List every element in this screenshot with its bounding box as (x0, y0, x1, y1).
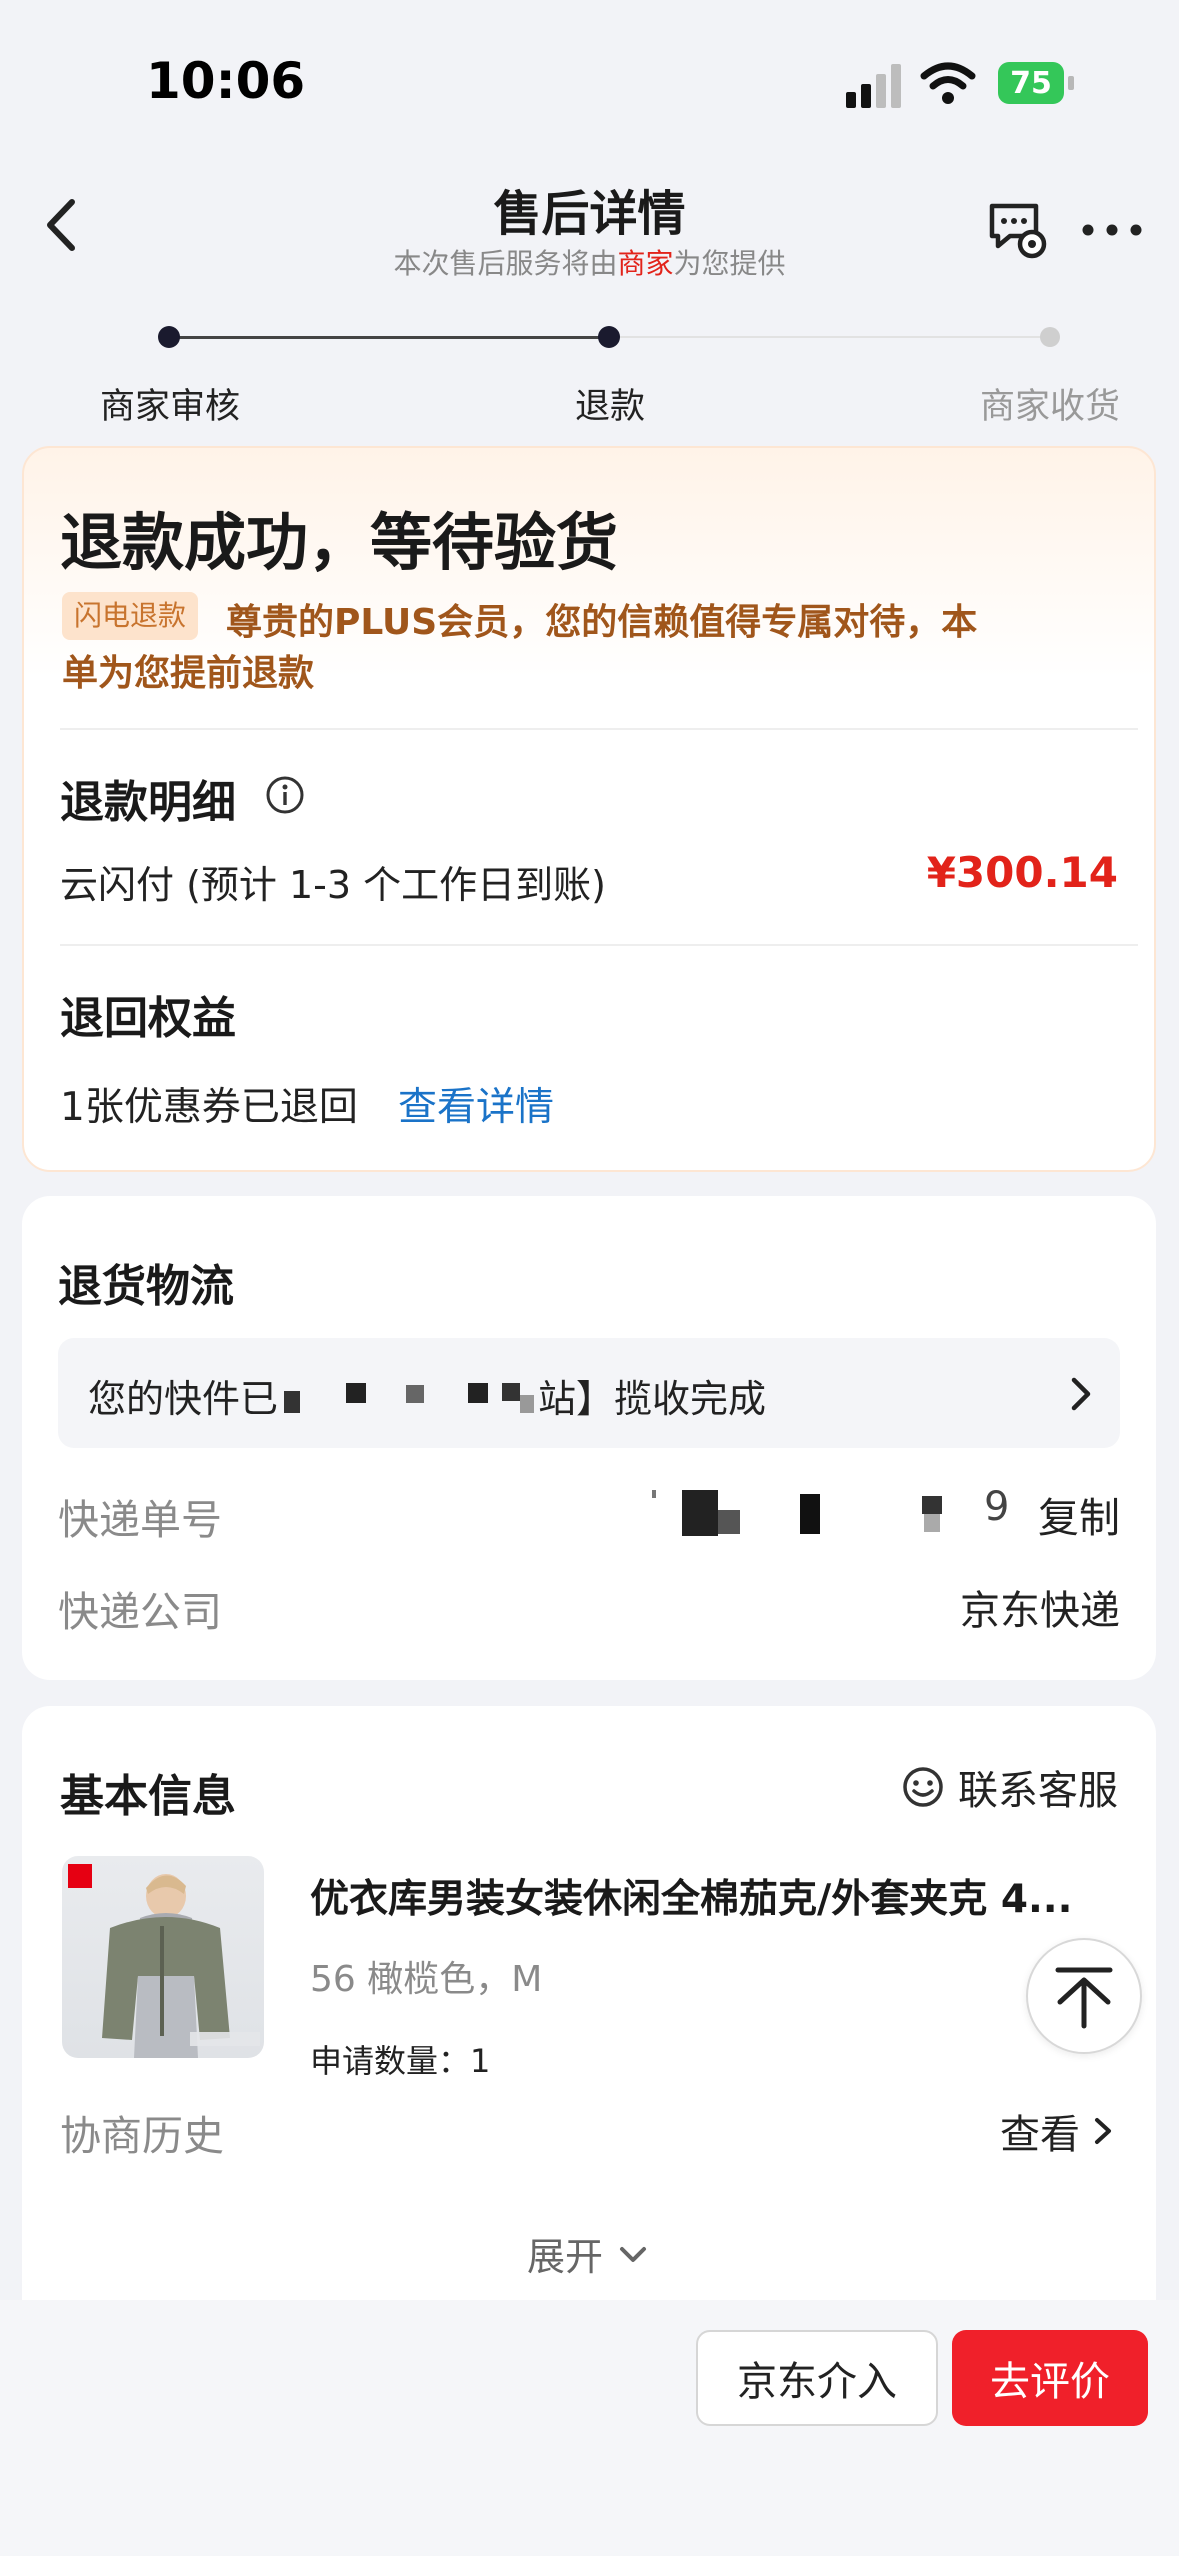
tracking-number-visible-digit: 9 (984, 1484, 1010, 1530)
coupon-returned-text: 1张优惠券已退回 (60, 1085, 358, 1130)
model-jacket-illustration (102, 1874, 230, 2058)
chevron-right-icon (1095, 2118, 1111, 2144)
product-spec: 56 橄榄色，M (310, 1959, 543, 2000)
view-coupon-details-link[interactable]: 查看详情 (398, 1076, 554, 1132)
refund-detail-title: 退款明细 (60, 777, 236, 828)
divider (60, 944, 1138, 946)
smiley-service-icon (903, 1767, 943, 1807)
basic-info-title: 基本信息 (60, 1771, 236, 1822)
chevron-down-icon (620, 2246, 646, 2262)
bottom-action-bar: 京东介入 去评价 (0, 2300, 1179, 2556)
progress-line-pending (610, 336, 1050, 338)
step-dot-review (158, 326, 180, 348)
logistics-status-row[interactable]: 您的快件已 站】揽收完成 (58, 1338, 1120, 1448)
battery-cap (1068, 76, 1074, 90)
logistics-status-suffix: 站】揽收完成 (538, 1377, 767, 1421)
step-dot-refund (598, 326, 620, 348)
scroll-to-top-button[interactable] (1026, 1938, 1142, 2054)
logistics-status-text: 您的快件已 站】揽收完成 (88, 1368, 766, 1423)
subtitle-prefix: 本次售后服务将由 (393, 247, 618, 280)
plus-notice-line1: 尊贵的PLUS会员，您的信赖值得专属对待，本 (226, 602, 978, 643)
refund-method: 云闪付 (预计 1-3 个工作日到账) (60, 863, 606, 907)
product-name[interactable]: 优衣库男装女装休闲全棉茄克/外套夹克 4... (310, 1868, 1120, 1924)
info-icon[interactable] (264, 774, 306, 816)
plus-notice-line2: 单为您提前退款 (62, 653, 315, 694)
step-label-receive: 商家收货 (979, 387, 1120, 427)
expand-button[interactable]: 展开 (22, 2226, 1156, 2281)
progress-tracker: 商家审核 退款 商家收货 (0, 320, 1179, 430)
refund-headline: 退款成功，等待验货 (60, 506, 619, 579)
status-bar: 10:06 75 (0, 0, 1179, 150)
logistics-title: 退货物流 (58, 1261, 234, 1312)
subtitle-suffix: 为您提供 (673, 247, 786, 280)
jd-intervene-button[interactable]: 京东介入 (696, 2330, 938, 2426)
wifi-icon (920, 60, 976, 106)
view-history-label: 查看 (1000, 2112, 1080, 2158)
battery-level: 75 (1010, 65, 1052, 101)
customer-service-chat-button[interactable] (986, 198, 1050, 262)
contact-service-label: 联系客服 (958, 1768, 1118, 1814)
negotiation-history-label: 协商历史 (60, 2112, 224, 2160)
contact-service-button[interactable]: 联系客服 (900, 1758, 1118, 1816)
more-dots-icon (1082, 224, 1142, 236)
logistics-status-prefix: 您的快件已 (88, 1377, 279, 1421)
refund-status-card: 退款成功，等待验货 闪电退款 尊贵的PLUS会员，您的信赖值得专属对待，本 单为… (22, 446, 1156, 1172)
tracking-number-redacted (622, 1482, 982, 1542)
step-dot-receive (1040, 327, 1060, 347)
step-label-refund: 退款 (574, 387, 645, 427)
copy-tracking-button[interactable]: 复制 (1038, 1484, 1120, 1544)
progress-line-done (170, 336, 610, 339)
more-options-button[interactable] (1078, 210, 1148, 250)
tracking-number-label: 快递单号 (58, 1496, 222, 1544)
return-logistics-card: 退货物流 您的快件已 站】揽收完成 快递单号 9 复制 快递公司 京东快递 (22, 1196, 1156, 1680)
arrow-up-icon (1055, 1967, 1113, 2029)
quantity-value: 1 (470, 2042, 491, 2080)
product-image[interactable] (62, 1856, 264, 2058)
write-review-button[interactable]: 去评价 (952, 2330, 1148, 2426)
refund-amount: ¥300.14 (926, 848, 1118, 897)
signal-icon (846, 62, 902, 108)
chat-settings-icon (989, 203, 1047, 259)
courier-company-value: 京东快递 (960, 1588, 1120, 1634)
redacted-mosaic (278, 1377, 538, 1415)
quantity-row: 申请数量：1 (310, 2036, 490, 2082)
returned-rights-title: 退回权益 (60, 993, 236, 1044)
view-history-button[interactable]: 查看 (1000, 2102, 1118, 2160)
flash-refund-tag: 闪电退款 (62, 592, 199, 640)
step-label-review: 商家审核 (99, 387, 240, 427)
divider (60, 728, 1138, 730)
battery-icon: 75 (998, 62, 1064, 104)
quantity-label: 申请数量： (310, 2042, 471, 2080)
status-time: 10:06 (146, 52, 306, 110)
courier-company-label: 快递公司 (58, 1588, 222, 1636)
product-image-caption (190, 2032, 260, 2046)
expand-label: 展开 (526, 2235, 603, 2279)
chevron-right-icon (1062, 1374, 1098, 1414)
subtitle-merchant: 商家 (617, 247, 674, 280)
